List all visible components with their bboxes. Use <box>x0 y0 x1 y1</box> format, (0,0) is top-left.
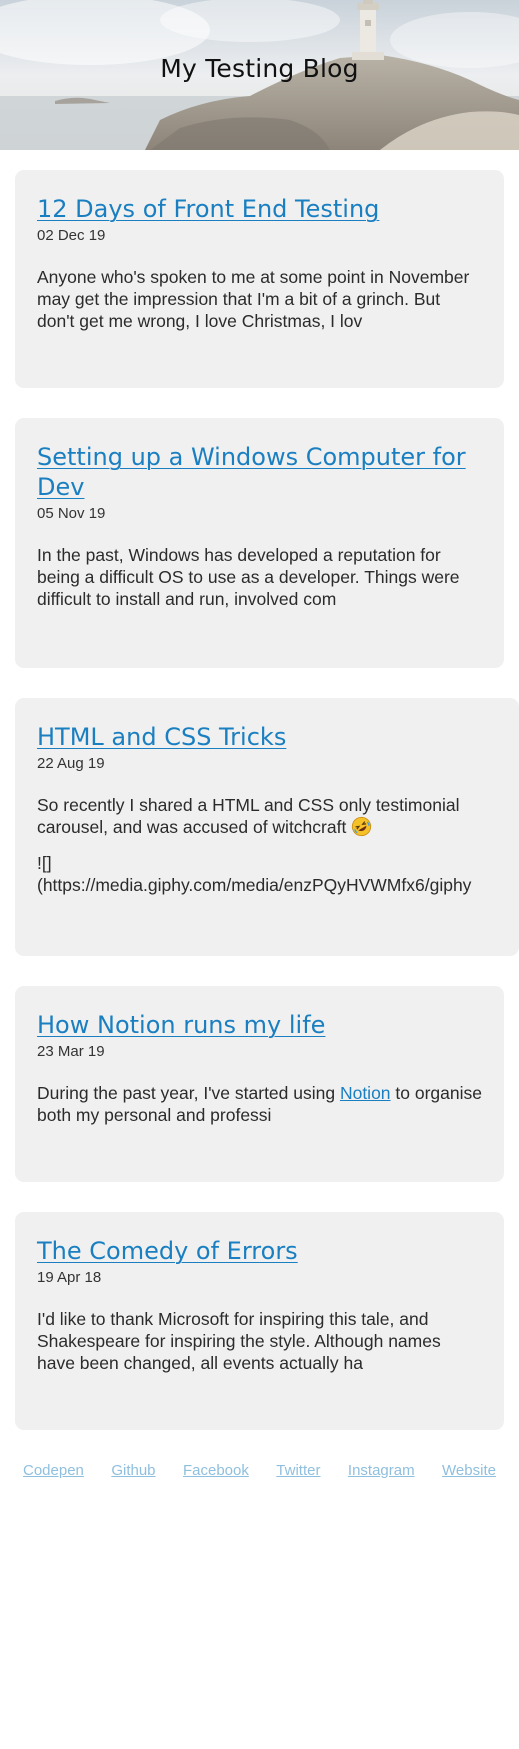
post-excerpt-url: (https://media.giphy.com/media/enzPQyHVW… <box>37 875 472 895</box>
post-date: 02 Dec 19 <box>37 227 106 244</box>
post-title-link[interactable]: Setting up a Windows Computer for Dev <box>37 443 466 501</box>
post-excerpt: So recently I shared a HTML and CSS only… <box>37 794 497 838</box>
post-date: 05 Nov 19 <box>37 505 106 522</box>
rolling-on-floor-laughing-emoji-icon <box>352 816 372 837</box>
post-title: The Comedy of Errors <box>37 1236 482 1266</box>
post-card: How Notion runs my life 23 Mar 19 During… <box>15 986 504 1182</box>
post-card: 12 Days of Front End Testing 02 Dec 19 A… <box>15 170 504 388</box>
post-title-link[interactable]: HTML and CSS Tricks <box>37 723 286 751</box>
post-card: HTML and CSS Tricks 22 Aug 19 So recentl… <box>15 698 519 956</box>
footer-link-codepen[interactable]: Codepen <box>23 1462 84 1479</box>
post-title-link[interactable]: 12 Days of Front End Testing <box>37 195 379 223</box>
post-excerpt-line: ![] (https://media.giphy.com/media/enzPQy… <box>37 852 497 896</box>
post-title-link[interactable]: How Notion runs my life <box>37 1011 325 1039</box>
post-excerpt-text: During the past year, I've started using <box>37 1083 340 1103</box>
post-card: Setting up a Windows Computer for Dev 05… <box>15 418 504 668</box>
post-title: HTML and CSS Tricks <box>37 722 497 752</box>
post-excerpt: In the past, Windows has developed a rep… <box>37 545 460 609</box>
post-date: 22 Aug 19 <box>37 755 105 772</box>
post-excerpt: I'd like to thank Microsoft for inspirin… <box>37 1309 441 1373</box>
footer-links: Codepen Github Facebook Twitter Instagra… <box>0 1462 519 1479</box>
post-excerpt: Anyone who's spoken to me at some point … <box>37 267 470 331</box>
post-list: 12 Days of Front End Testing 02 Dec 19 A… <box>0 150 519 1430</box>
post-card: The Comedy of Errors 19 Apr 18 I'd like … <box>15 1212 504 1430</box>
post-excerpt-text: So recently I shared a HTML and CSS only… <box>37 795 460 837</box>
post-date: 23 Mar 19 <box>37 1043 105 1060</box>
footer-link-twitter[interactable]: Twitter <box>276 1462 320 1479</box>
post-title: 12 Days of Front End Testing <box>37 194 482 224</box>
site-title: My Testing Blog <box>160 54 359 83</box>
footer-link-instagram[interactable]: Instagram <box>348 1462 415 1479</box>
notion-link[interactable]: Notion <box>340 1083 391 1103</box>
post-title: Setting up a Windows Computer for Dev <box>37 442 482 502</box>
post-title: How Notion runs my life <box>37 1010 482 1040</box>
footer-link-website[interactable]: Website <box>442 1462 496 1479</box>
footer-link-facebook[interactable]: Facebook <box>183 1462 249 1479</box>
post-date: 19 Apr 18 <box>37 1269 102 1286</box>
footer-link-github[interactable]: Github <box>111 1462 155 1479</box>
hero-banner: My Testing Blog <box>0 0 519 150</box>
post-excerpt: During the past year, I've started using… <box>37 1082 482 1126</box>
post-excerpt-markdown: ![] <box>37 853 52 873</box>
post-title-link[interactable]: The Comedy of Errors <box>37 1237 298 1265</box>
